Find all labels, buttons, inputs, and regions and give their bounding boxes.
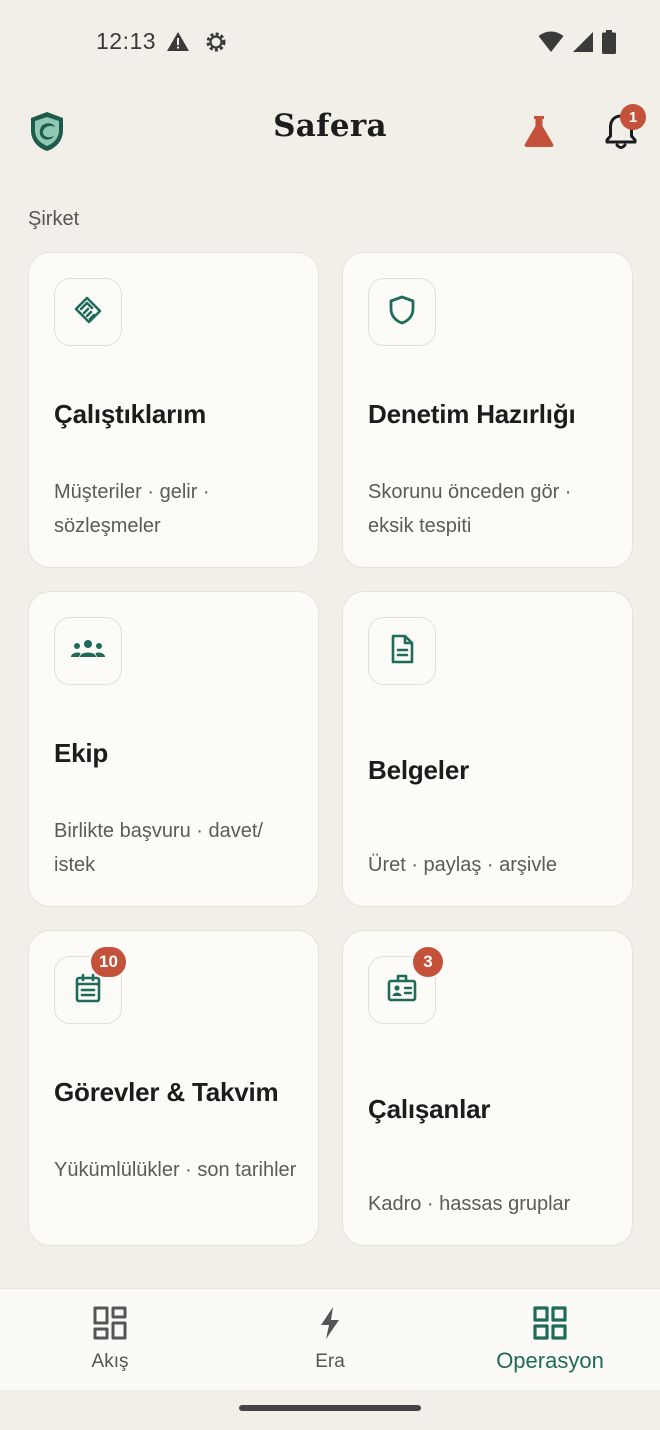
signal-icon xyxy=(572,31,594,58)
card-subtitle: Müşteriler · gelir · sözleşmeler xyxy=(54,481,210,537)
nav-item-operasyon[interactable]: Operasyon xyxy=(440,1289,660,1391)
nav-label: Era xyxy=(315,1351,345,1372)
card-subtitle: Üret · paylaş · arşivle xyxy=(368,854,557,876)
card-icon-box xyxy=(368,278,436,346)
card-title: Çalışanlar xyxy=(368,1094,491,1124)
handshake-icon xyxy=(72,294,104,331)
notification-badge: 1 xyxy=(620,104,646,130)
app-header: Safera xyxy=(0,100,660,162)
card-ekip[interactable]: Ekip Birlikte başvuru · davet/ istek xyxy=(28,591,319,907)
card-subtitle: Skorunu önceden gör · eksik tespiti xyxy=(368,481,572,537)
nav-item-akis[interactable]: Akış xyxy=(0,1289,220,1391)
bottom-nav: Akış Era Operasyon xyxy=(0,1288,660,1390)
card-gorevler-takvim[interactable]: 10 Görevler & Takvim Yükümlülükler · son… xyxy=(28,930,319,1246)
card-icon-box xyxy=(368,617,436,685)
status-bar: 12:13 xyxy=(0,0,660,88)
card-belgeler[interactable]: Belgeler Üret · paylaş · arşivle xyxy=(342,591,633,907)
settings-gear-icon xyxy=(204,30,228,59)
count-badge: 3 xyxy=(411,945,445,979)
card-subtitle: Kadro · hassas gruplar xyxy=(368,1193,571,1215)
card-denetim-hazirligi[interactable]: Denetim Hazırlığı Skorunu önceden gör · … xyxy=(342,252,633,568)
app-title: Safera xyxy=(273,108,387,144)
section-label: Şirket xyxy=(28,208,80,230)
dashboard-icon xyxy=(92,1305,128,1341)
card-subtitle: Birlikte başvuru · davet/ istek xyxy=(54,820,263,876)
wifi-icon xyxy=(538,31,564,58)
shield-icon xyxy=(387,294,417,331)
card-calisanlar[interactable]: 3 Çalışanlar Kadro · hassas gruplar xyxy=(342,930,633,1246)
home-indicator[interactable] xyxy=(239,1405,421,1411)
grid-icon xyxy=(532,1305,568,1341)
card-subtitle: Yükümlülükler · son tarihler xyxy=(54,1159,297,1181)
team-icon xyxy=(70,637,106,666)
status-time: 12:13 xyxy=(96,28,157,54)
battery-icon xyxy=(602,30,616,59)
count-badge: 10 xyxy=(89,945,128,979)
nav-label: Operasyon xyxy=(496,1348,604,1373)
card-title: Ekip xyxy=(54,738,109,768)
card-title: Çalıştıklarım xyxy=(54,399,207,429)
card-title: Denetim Hazırlığı xyxy=(368,399,576,429)
card-icon-box xyxy=(54,617,122,685)
document-icon xyxy=(388,633,416,670)
id-badge-icon xyxy=(386,972,418,1009)
card-icon-box xyxy=(54,278,122,346)
card-title: Belgeler xyxy=(368,755,470,785)
nav-item-era[interactable]: Era xyxy=(220,1289,440,1391)
card-calistiklarim[interactable]: Çalıştıklarım Müşteriler · gelir · sözle… xyxy=(28,252,319,568)
nav-label: Akış xyxy=(91,1351,129,1372)
lightning-icon xyxy=(312,1305,348,1341)
warning-icon xyxy=(166,30,190,59)
flask-icon[interactable] xyxy=(520,112,558,150)
card-title: Görevler & Takvim xyxy=(54,1077,279,1107)
